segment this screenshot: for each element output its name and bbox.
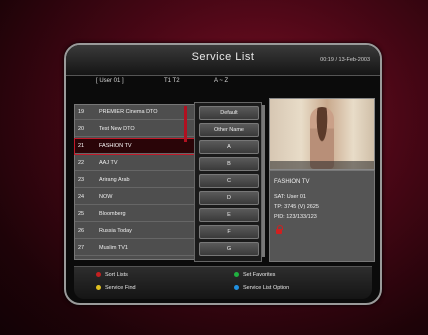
sort-letter-e[interactable]: E (199, 208, 259, 222)
tab-user[interactable]: [ User 01 ] (96, 78, 124, 84)
channel-list: 19 PREMIER Cinema DTO 20 Test New DTO 21 FA… (74, 104, 196, 260)
channel-row-23[interactable]: 23 Arirang Arab (75, 173, 195, 188)
tab-t1-t2[interactable]: T1 T2 (164, 78, 180, 84)
channel-name: NOW (99, 194, 113, 200)
channel-number: 19 (78, 109, 85, 115)
channel-row-25[interactable]: 25 Bloomberg (75, 207, 195, 222)
channel-number: 27 (78, 245, 85, 251)
footer-legend: Sort Lists Service Find Set Favorites Se… (74, 266, 372, 299)
channel-row-21-selected[interactable]: 21 FASHION TV (74, 138, 196, 155)
channel-number: 26 (78, 228, 85, 234)
channel-name: Test New DTO (99, 126, 135, 132)
sort-panel: Default Other Name A B C D E F G (194, 102, 265, 262)
channel-name: Muslim TV1 (99, 245, 128, 251)
channel-number: 21 (78, 143, 85, 149)
blue-button-icon (234, 285, 239, 291)
channel-row-19[interactable]: 19 PREMIER Cinema DTO (75, 105, 195, 120)
service-find-label: Service Find (105, 285, 136, 291)
info-sat: SAT: User 01 (274, 194, 306, 200)
channel-number: 23 (78, 177, 85, 183)
channel-number: 20 (78, 126, 85, 132)
yellow-button-icon (96, 285, 101, 291)
service-find-button[interactable]: Service Find (96, 285, 136, 291)
info-channel-name: FASHION TV (274, 179, 310, 185)
sort-letter-b[interactable]: B (199, 157, 259, 171)
channel-row-22[interactable]: 22 AAJ TV (75, 156, 195, 171)
sort-letter-f[interactable]: F (199, 225, 259, 239)
set-favorites-button[interactable]: Set Favorites (234, 272, 275, 278)
title-bar: Service List 00:19 / 13-Feb-2003 (66, 45, 380, 76)
tab-a-z[interactable]: A ~ Z (214, 78, 228, 84)
channel-name: FASHION TV (99, 143, 132, 149)
sort-letter-g[interactable]: G (199, 242, 259, 256)
video-preview (269, 98, 375, 170)
red-button-icon (96, 272, 101, 278)
info-tp: TP: 3745 (V) 2625 (274, 204, 319, 210)
clock: 00:19 / 13-Feb-2003 (320, 57, 370, 63)
channel-number: 22 (78, 160, 85, 166)
sort-other-name-button[interactable]: Other Name (199, 123, 259, 137)
list-scrollbar[interactable] (184, 106, 187, 142)
sort-default-button[interactable]: Default (199, 106, 259, 120)
channel-name: Russia Today (99, 228, 132, 234)
channel-name: PREMIER Cinema DTO (99, 109, 158, 115)
channel-info: FASHION TV SAT: User 01 TP: 3745 (V) 262… (269, 170, 375, 262)
set-favorites-label: Set Favorites (243, 272, 276, 278)
info-pid: PID: 123/133/123 (274, 214, 317, 220)
sort-letter-c[interactable]: C (199, 174, 259, 188)
channel-number: 25 (78, 211, 85, 217)
sort-letter-d[interactable]: D (199, 191, 259, 205)
channel-name: Bloomberg (99, 211, 126, 217)
channel-row-20[interactable]: 20 Test New DTO (75, 122, 195, 137)
channel-number: 24 (78, 194, 85, 200)
service-list-option-label: Service List Option (243, 285, 290, 291)
channel-row-27[interactable]: 27 Muslim TV1 (75, 241, 195, 256)
sort-lists-label: Sort Lists (105, 272, 128, 278)
service-list-option-button[interactable]: Service List Option (234, 285, 289, 291)
channel-row-26[interactable]: 26 Russia Today (75, 224, 195, 239)
green-button-icon (234, 272, 239, 278)
preview-person (310, 107, 334, 169)
channel-name: AAJ TV (99, 160, 118, 166)
sort-scrollbar[interactable] (262, 105, 265, 257)
lock-icon (276, 225, 283, 234)
channel-row-24[interactable]: 24 NOW (75, 190, 195, 205)
service-list-panel: Service List 00:19 / 13-Feb-2003 [ User … (64, 43, 382, 305)
sort-letter-a[interactable]: A (199, 140, 259, 154)
channel-name: Arirang Arab (99, 177, 130, 183)
sort-lists-button[interactable]: Sort Lists (96, 272, 128, 278)
preview-ticker (270, 161, 374, 169)
